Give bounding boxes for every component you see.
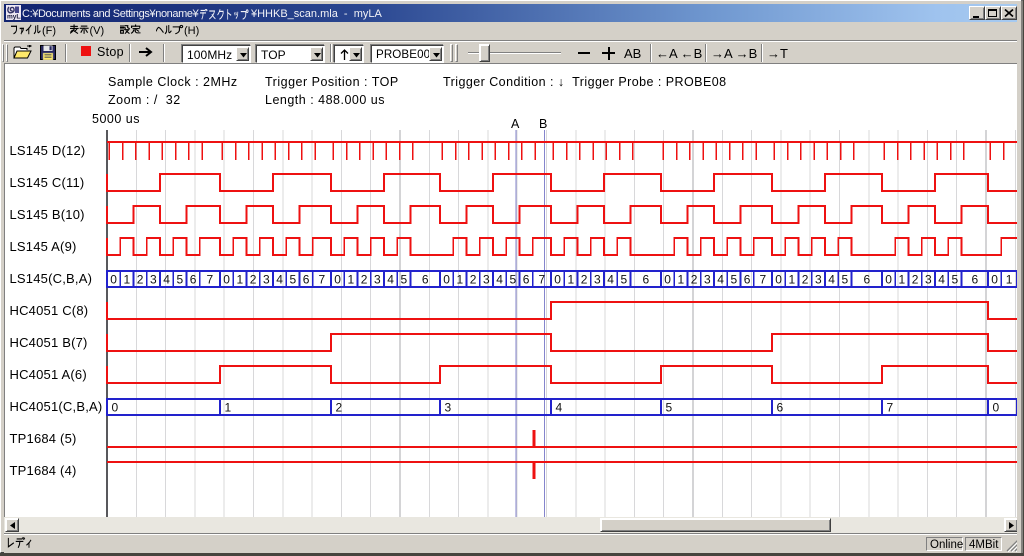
svg-text:5: 5 <box>401 273 408 287</box>
svg-text:0: 0 <box>112 401 119 415</box>
svg-text:6: 6 <box>303 273 310 287</box>
svg-text:5: 5 <box>621 273 628 287</box>
svg-text:1: 1 <box>457 273 464 287</box>
svg-text:3: 3 <box>445 401 452 415</box>
svg-text:6: 6 <box>777 401 784 415</box>
svg-text:4: 4 <box>387 273 394 287</box>
svg-text:2: 2 <box>250 273 257 287</box>
svg-text:4: 4 <box>828 273 835 287</box>
svg-text:7: 7 <box>887 401 894 415</box>
svg-text:1: 1 <box>899 273 906 287</box>
svg-text:2: 2 <box>470 273 477 287</box>
svg-text:0: 0 <box>223 273 230 287</box>
svg-text:0: 0 <box>991 273 998 287</box>
svg-text:3: 3 <box>150 273 157 287</box>
svg-text:0: 0 <box>775 273 782 287</box>
svg-text:2: 2 <box>581 273 588 287</box>
svg-text:0: 0 <box>885 273 892 287</box>
svg-text:7: 7 <box>207 273 214 287</box>
svg-text:3: 3 <box>263 273 270 287</box>
svg-text:6: 6 <box>971 273 978 287</box>
svg-text:3: 3 <box>594 273 601 287</box>
svg-text:3: 3 <box>483 273 490 287</box>
svg-text:2: 2 <box>691 273 698 287</box>
svg-text:5: 5 <box>177 273 184 287</box>
svg-text:6: 6 <box>863 273 870 287</box>
svg-text:1: 1 <box>348 273 355 287</box>
svg-text:3: 3 <box>925 273 932 287</box>
svg-text:4: 4 <box>276 273 283 287</box>
svg-text:7: 7 <box>319 273 326 287</box>
svg-text:6: 6 <box>523 273 530 287</box>
svg-text:2: 2 <box>361 273 368 287</box>
svg-text:6: 6 <box>744 273 751 287</box>
svg-text:4: 4 <box>607 273 614 287</box>
svg-text:3: 3 <box>374 273 381 287</box>
svg-text:4: 4 <box>717 273 724 287</box>
svg-text:1: 1 <box>678 273 685 287</box>
svg-text:1: 1 <box>225 401 232 415</box>
svg-text:2: 2 <box>336 401 343 415</box>
svg-text:4: 4 <box>556 401 563 415</box>
svg-text:4: 4 <box>496 273 503 287</box>
svg-text:5: 5 <box>510 273 517 287</box>
svg-text:1: 1 <box>568 273 575 287</box>
svg-text:0: 0 <box>993 401 1000 415</box>
svg-text:2: 2 <box>912 273 919 287</box>
svg-text:0: 0 <box>664 273 671 287</box>
svg-text:3: 3 <box>815 273 822 287</box>
svg-text:2: 2 <box>137 273 144 287</box>
svg-text:0: 0 <box>443 273 450 287</box>
svg-text:6: 6 <box>642 273 649 287</box>
svg-text:0: 0 <box>554 273 561 287</box>
svg-text:6: 6 <box>190 273 197 287</box>
svg-text:7: 7 <box>760 273 767 287</box>
svg-text:3: 3 <box>704 273 711 287</box>
svg-text:1: 1 <box>789 273 796 287</box>
svg-text:6: 6 <box>422 273 429 287</box>
svg-text:1: 1 <box>237 273 244 287</box>
svg-text:4: 4 <box>938 273 945 287</box>
svg-text:5: 5 <box>731 273 738 287</box>
svg-text:5: 5 <box>952 273 959 287</box>
svg-text:4: 4 <box>163 273 170 287</box>
svg-text:5: 5 <box>666 401 673 415</box>
svg-text:2: 2 <box>802 273 809 287</box>
svg-text:1: 1 <box>124 273 131 287</box>
svg-text:1: 1 <box>1006 273 1013 287</box>
svg-text:5: 5 <box>842 273 849 287</box>
svg-text:0: 0 <box>334 273 341 287</box>
svg-text:0: 0 <box>110 273 117 287</box>
svg-text:7: 7 <box>539 273 546 287</box>
svg-text:5: 5 <box>290 273 297 287</box>
